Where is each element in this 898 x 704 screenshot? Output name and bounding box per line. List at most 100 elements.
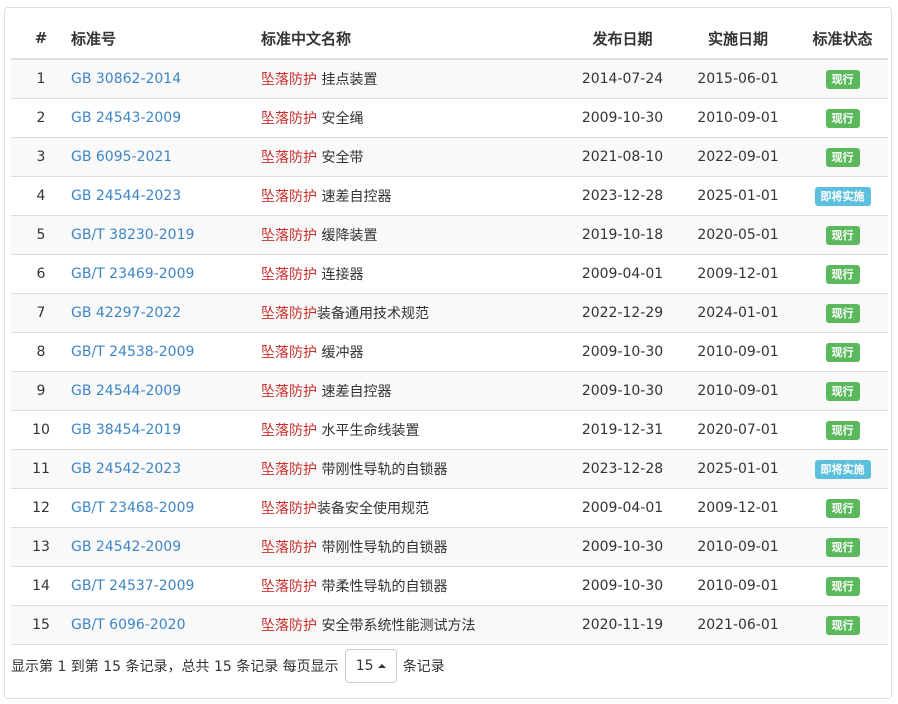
publish-date: 2009-04-01: [566, 254, 679, 294]
implement-date: 2022-09-01: [679, 137, 797, 177]
row-index: 3: [11, 137, 71, 177]
standard-name[interactable]: 坠落防护装备通用技术规范: [261, 293, 566, 333]
header-index[interactable]: #: [11, 18, 71, 60]
pagination-suffix: 条记录: [402, 659, 445, 675]
standard-name[interactable]: 坠落防护 速差自控器: [261, 371, 566, 411]
implement-date: 2015-06-01: [679, 59, 797, 99]
status-cell: 现行: [797, 410, 888, 450]
standard-name-text: 速差自控器: [317, 384, 392, 400]
status-badge: 现行: [825, 225, 860, 245]
header-status[interactable]: 标准状态: [797, 18, 888, 60]
status-badge: 现行: [825, 108, 860, 128]
standard-number-link[interactable]: GB/T 6096-2020: [71, 605, 261, 645]
standard-number-link[interactable]: GB 24543-2009: [71, 98, 261, 138]
status-cell: 现行: [797, 605, 888, 645]
standard-name[interactable]: 坠落防护 带刚性导轨的自锁器: [261, 449, 566, 489]
table-row: 6 GB/T 23469-2009 坠落防护 连接器 2009-04-01 2009-1…: [11, 254, 888, 294]
status-cell: 现行: [797, 371, 888, 411]
standard-number-link[interactable]: GB 42297-2022: [71, 293, 261, 333]
status-badge: 现行: [825, 264, 860, 284]
keyword-highlight: 坠落防护: [261, 150, 317, 166]
standard-name-text: 带刚性导轨的自锁器: [317, 462, 448, 478]
table-row: 4 GB 24544-2023 坠落防护 速差自控器 2023-12-28 2025-0…: [11, 176, 888, 216]
implement-date: 2010-09-01: [679, 371, 797, 411]
standard-name[interactable]: 坠落防护 挂点装置: [261, 59, 566, 99]
header-name[interactable]: 标准中文名称: [261, 18, 566, 60]
status-cell: 现行: [797, 137, 888, 177]
table-row: 5 GB/T 38230-2019 坠落防护 缓降装置 2019-10-18 2020-…: [11, 215, 888, 255]
standard-number-link[interactable]: GB 38454-2019: [71, 410, 261, 450]
pagination-bar: 显示第 1 到第 15 条记录，总共 15 条记录 每页显示 15 条记录: [11, 648, 445, 684]
header-implement-date[interactable]: 实施日期: [679, 18, 797, 60]
standard-name[interactable]: 坠落防护 安全带系统性能测试方法: [261, 605, 566, 645]
standard-name[interactable]: 坠落防护 带柔性导轨的自锁器: [261, 566, 566, 606]
table-row: 2 GB 24543-2009 坠落防护 安全绳 2009-10-30 2010-09-…: [11, 98, 888, 138]
implement-date: 2009-12-01: [679, 488, 797, 528]
table-row: 3 GB 6095-2021 坠落防护 安全带 2021-08-10 2022-09-0…: [11, 137, 888, 177]
standard-number-link[interactable]: GB/T 24538-2009: [71, 332, 261, 372]
standard-name[interactable]: 坠落防护 连接器: [261, 254, 566, 294]
implement-date: 2009-12-01: [679, 254, 797, 294]
standard-number-link[interactable]: GB 6095-2021: [71, 137, 261, 177]
row-index: 11: [11, 449, 71, 489]
status-badge: 现行: [825, 537, 860, 557]
standard-name-text: 缓冲器: [317, 345, 364, 361]
implement-date: 2020-07-01: [679, 410, 797, 450]
pagination-summary: 显示第 1 到第 15 条记录，总共 15 条记录 每页显示: [11, 659, 339, 675]
publish-date: 2019-10-18: [566, 215, 679, 255]
standard-name-text: 水平生命线装置: [317, 423, 420, 439]
status-cell: 现行: [797, 566, 888, 606]
implement-date: 2025-01-01: [679, 449, 797, 489]
standard-name-text: 带柔性导轨的自锁器: [317, 579, 448, 595]
standards-panel: # 标准号 标准中文名称 发布日期 实施日期 标准状态 1 GB 30862-20…: [4, 7, 892, 699]
keyword-highlight: 坠落防护: [261, 579, 317, 595]
header-number[interactable]: 标准号: [71, 18, 261, 60]
row-index: 7: [11, 293, 71, 333]
publish-date: 2021-08-10: [566, 137, 679, 177]
implement-date: 2025-01-01: [679, 176, 797, 216]
implement-date: 2010-09-01: [679, 332, 797, 372]
standard-name[interactable]: 坠落防护 水平生命线装置: [261, 410, 566, 450]
caret-up-icon: [377, 664, 386, 668]
standard-number-link[interactable]: GB/T 38230-2019: [71, 215, 261, 255]
standard-number-link[interactable]: GB 24542-2009: [71, 527, 261, 567]
standard-name[interactable]: 坠落防护 缓降装置: [261, 215, 566, 255]
standard-number-link[interactable]: GB 24544-2023: [71, 176, 261, 216]
standard-number-link[interactable]: GB 24542-2023: [71, 449, 261, 489]
publish-date: 2009-10-30: [566, 566, 679, 606]
standard-number-link[interactable]: GB/T 23469-2009: [71, 254, 261, 294]
status-badge: 现行: [825, 381, 860, 401]
standard-name-text: 装备通用技术规范: [317, 306, 429, 322]
standard-name-text: 速差自控器: [317, 189, 392, 205]
publish-date: 2009-10-30: [566, 371, 679, 411]
status-cell: 现行: [797, 293, 888, 333]
row-index: 14: [11, 566, 71, 606]
header-publish-date[interactable]: 发布日期: [566, 18, 679, 60]
standard-number-link[interactable]: GB/T 24537-2009: [71, 566, 261, 606]
keyword-highlight: 坠落防护: [261, 462, 317, 478]
standard-name-text: 连接器: [317, 267, 364, 283]
table-row: 9 GB 24544-2009 坠落防护 速差自控器 2009-10-30 2010-0…: [11, 371, 888, 411]
status-cell: 现行: [797, 59, 888, 99]
standard-name[interactable]: 坠落防护装备安全使用规范: [261, 488, 566, 528]
row-index: 5: [11, 215, 71, 255]
standard-number-link[interactable]: GB/T 23468-2009: [71, 488, 261, 528]
row-index: 13: [11, 527, 71, 567]
standard-name-text: 装备安全使用规范: [317, 501, 429, 517]
status-cell: 现行: [797, 488, 888, 528]
standard-name[interactable]: 坠落防护 速差自控器: [261, 176, 566, 216]
keyword-highlight: 坠落防护: [261, 384, 317, 400]
standard-name[interactable]: 坠落防护 带刚性导轨的自锁器: [261, 527, 566, 567]
standard-name[interactable]: 坠落防护 安全带: [261, 137, 566, 177]
standard-number-link[interactable]: GB 30862-2014: [71, 59, 261, 99]
keyword-highlight: 坠落防护: [261, 228, 317, 244]
status-cell: 现行: [797, 215, 888, 255]
standard-name[interactable]: 坠落防护 安全绳: [261, 98, 566, 138]
standard-number-link[interactable]: GB 24544-2009: [71, 371, 261, 411]
row-index: 9: [11, 371, 71, 411]
standard-name[interactable]: 坠落防护 缓冲器: [261, 332, 566, 372]
publish-date: 2022-12-29: [566, 293, 679, 333]
publish-date: 2009-10-30: [566, 98, 679, 138]
page-size-dropdown[interactable]: 15: [344, 649, 397, 683]
publish-date: 2023-12-28: [566, 449, 679, 489]
